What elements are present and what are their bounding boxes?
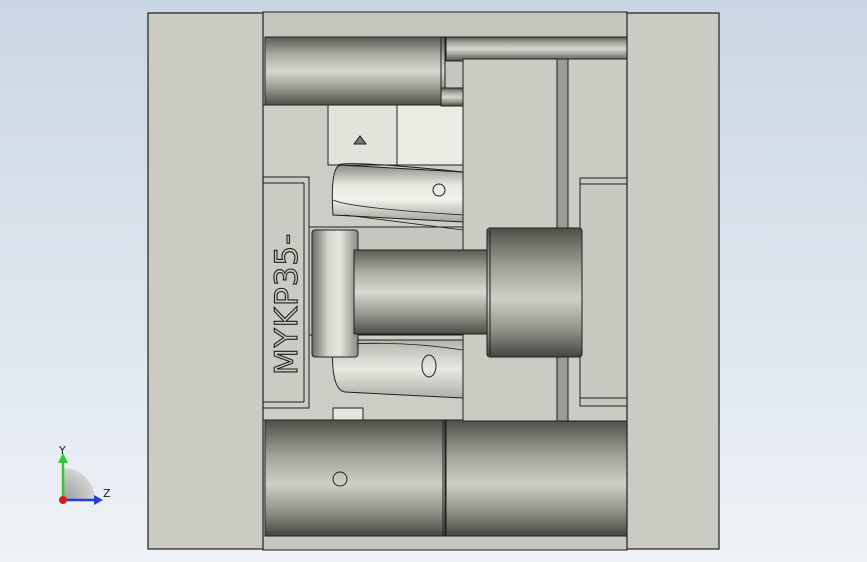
nameplate-block: MYKP35-	[262, 176, 310, 409]
z-axis-arrowhead	[94, 495, 103, 505]
x-axis-dot	[59, 496, 67, 504]
y-axis-label: Y	[58, 444, 66, 457]
cad-viewport[interactable]: MYKP35- Y Z	[0, 0, 867, 562]
orientation-triad[interactable]: Y Z	[58, 444, 111, 505]
clamp-plate-right	[626, 12, 720, 550]
guide-pillar-bottom	[264, 419, 628, 537]
clamp-plate-left	[147, 12, 264, 550]
z-axis-label: Z	[103, 487, 111, 500]
triad-plane-icon	[63, 468, 95, 500]
engraved-label: MYKP35-	[269, 233, 305, 375]
